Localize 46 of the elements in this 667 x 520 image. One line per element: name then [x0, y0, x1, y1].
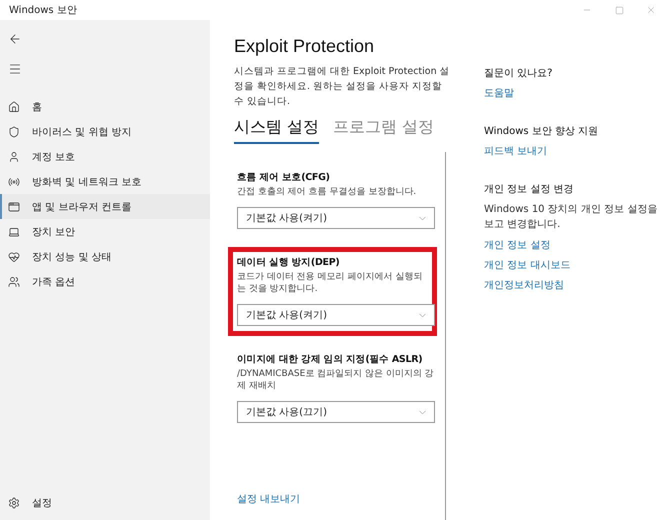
- antenna-icon: [8, 176, 20, 188]
- setting-title: 데이터 실행 방지(DEP): [237, 256, 340, 269]
- page-title: Exploit Protection: [234, 36, 376, 57]
- window-title: Windows 보안: [9, 4, 77, 17]
- setting-description: 코드가 데이터 전용 메모리 페이지에서 실행되는 것을 방지합니다.: [237, 271, 424, 295]
- link[interactable]: 개인 정보 대시보드: [484, 258, 664, 272]
- sidebar-item[interactable]: 앱 및 브라우저 컨트롤: [0, 194, 210, 219]
- person-icon: [8, 150, 20, 162]
- section-heading: Windows 보안 향상 지원: [484, 125, 600, 138]
- laptop-icon: [8, 226, 20, 238]
- export-link[interactable]: 설정 내보내기: [237, 494, 300, 505]
- back-button[interactable]: [8, 32, 22, 46]
- link[interactable]: 개인 정보 설정: [484, 238, 664, 252]
- menu-button[interactable]: [8, 62, 22, 76]
- setting-title: 이미지에 대한 강제 임의 지정(필수 ASLR): [237, 353, 424, 366]
- section-heading: 개인 정보 설정 변경: [484, 183, 575, 196]
- sidebar-item[interactable]: 바이러스 및 위협 방지: [0, 119, 210, 144]
- link[interactable]: 피드백 보내기: [484, 144, 664, 158]
- window-icon: [8, 200, 20, 212]
- maximize-icon: [614, 6, 624, 14]
- dropdown[interactable]: 기본값 사용(끄기): [237, 401, 435, 423]
- dropdown[interactable]: 기본값 사용(켜기): [237, 304, 435, 326]
- sidebar-item[interactable]: 방화벽 및 네트워크 보호: [0, 169, 210, 194]
- tab[interactable]: 시스템 설정: [234, 117, 320, 144]
- sidebar-item[interactable]: 가족 옵션: [0, 269, 210, 294]
- home-icon: [8, 100, 20, 112]
- setting-title: 흐름 제어 보호(CFG): [237, 171, 331, 184]
- heart-icon: [8, 250, 20, 262]
- settings-item[interactable]: 설정: [0, 492, 210, 520]
- settings-icon: [8, 497, 20, 509]
- people-icon: [8, 276, 20, 288]
- section-text: Windows 10 장치의 개인 정보 설정을 보고 변경합니다.: [484, 203, 658, 232]
- dropdown[interactable]: 기본값 사용(켜기): [237, 207, 435, 229]
- sidebar-item[interactable]: 장치 보안: [0, 219, 210, 244]
- shield-icon: [8, 126, 20, 138]
- page-description: 시스템과 프로그램에 대한 Exploit Protection 설정을 확인하세요. 원하는 설정을 사용자 지정할 수 있습니다.: [234, 65, 451, 109]
- sidebar-item[interactable]: 장치 성능 및 상태: [0, 244, 210, 269]
- sidebar-item[interactable]: 홈: [0, 94, 210, 119]
- link[interactable]: 개인정보처리방침: [484, 278, 664, 292]
- sidebar-item[interactable]: 계정 보호: [0, 144, 210, 169]
- link[interactable]: 도움말: [484, 86, 664, 100]
- close-icon: [646, 5, 656, 15]
- section-heading: 질문이 있나요?: [484, 67, 554, 80]
- tab[interactable]: 프로그램 설정: [333, 117, 434, 144]
- setting-description: /DYNAMICBASE로 컴파일되지 않은 이미지의 강제 재배치: [237, 368, 435, 392]
- setting-description: 간접 호출의 제어 흐름 무결성을 보장합니다.: [237, 186, 418, 198]
